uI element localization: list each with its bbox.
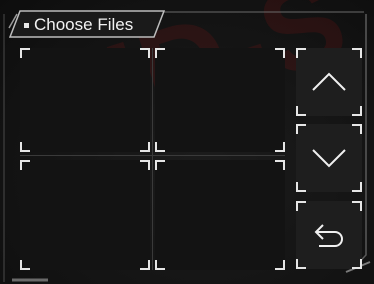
return-arrow-icon — [311, 221, 347, 249]
corner-mark — [155, 260, 165, 270]
corner-mark — [275, 260, 285, 270]
corner-mark — [275, 48, 285, 58]
title-bullet-icon — [24, 23, 29, 28]
corner-mark — [352, 106, 362, 116]
grid-divider — [152, 48, 153, 270]
corner-mark — [275, 142, 285, 152]
corner-mark — [296, 201, 306, 211]
file-slot-1[interactable] — [20, 48, 150, 152]
corner-mark — [296, 259, 306, 269]
corner-mark — [296, 48, 306, 58]
title-tab: Choose Files — [6, 10, 166, 38]
corner-mark — [20, 142, 30, 152]
chevron-up-icon — [311, 71, 347, 93]
corner-mark — [20, 48, 30, 58]
corner-mark — [140, 142, 150, 152]
corner-mark — [20, 160, 30, 170]
corner-mark — [296, 124, 306, 134]
corner-mark — [352, 124, 362, 134]
file-slot-4[interactable] — [155, 160, 285, 270]
corner-mark — [352, 201, 362, 211]
corner-mark — [352, 259, 362, 269]
corner-mark — [275, 160, 285, 170]
corner-mark — [140, 48, 150, 58]
corner-mark — [155, 142, 165, 152]
corner-mark — [155, 160, 165, 170]
corner-mark — [140, 260, 150, 270]
corner-mark — [352, 182, 362, 192]
file-slot-2[interactable] — [155, 48, 285, 152]
corner-mark — [140, 160, 150, 170]
chevron-down-icon — [311, 147, 347, 169]
corner-mark — [296, 182, 306, 192]
file-chooser-panel: HD-S Choose Files — [0, 0, 374, 284]
scroll-down-button[interactable] — [296, 124, 362, 192]
corner-mark — [296, 106, 306, 116]
scroll-up-button[interactable] — [296, 48, 362, 116]
corner-mark — [20, 260, 30, 270]
page-title: Choose Files — [34, 15, 134, 34]
corner-mark — [352, 48, 362, 58]
back-button[interactable] — [296, 201, 362, 269]
file-slot-3[interactable] — [20, 160, 150, 270]
corner-mark — [155, 48, 165, 58]
